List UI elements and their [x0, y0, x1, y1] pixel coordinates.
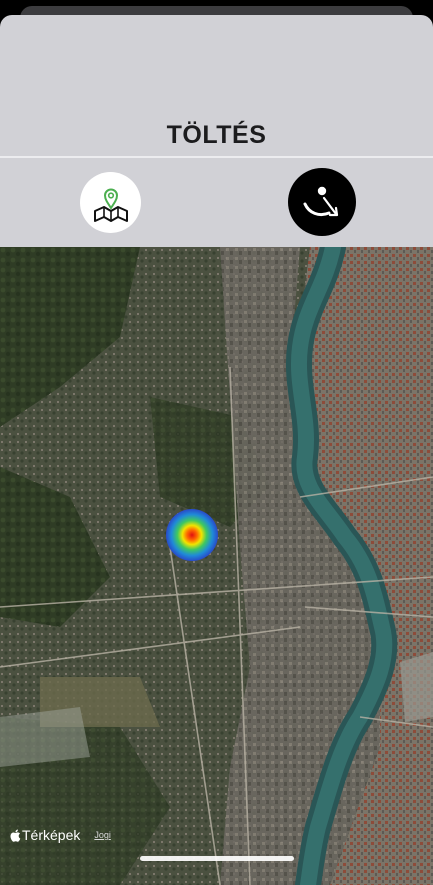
map-brand-label: Térképek — [22, 827, 81, 843]
map-imagery — [0, 247, 433, 885]
modal-sheet: TÖLTÉS Térképek Jogi — [0, 15, 433, 885]
satellite-map[interactable]: Térképek Jogi — [0, 247, 433, 885]
map-view-button[interactable] — [80, 172, 141, 233]
page-title: TÖLTÉS — [166, 121, 267, 149]
map-pin-icon — [93, 188, 128, 222]
map-attribution: Térképek Jogi — [10, 827, 111, 843]
satellite-track-icon — [303, 186, 339, 217]
home-indicator[interactable] — [140, 856, 294, 861]
satellite-tracking-button[interactable] — [288, 168, 356, 236]
heatmap-hotspot — [166, 509, 218, 561]
apple-logo-icon — [10, 829, 21, 842]
map-brand[interactable]: Térképek — [10, 827, 80, 843]
divider — [0, 156, 433, 158]
legal-link[interactable]: Jogi — [94, 830, 111, 840]
